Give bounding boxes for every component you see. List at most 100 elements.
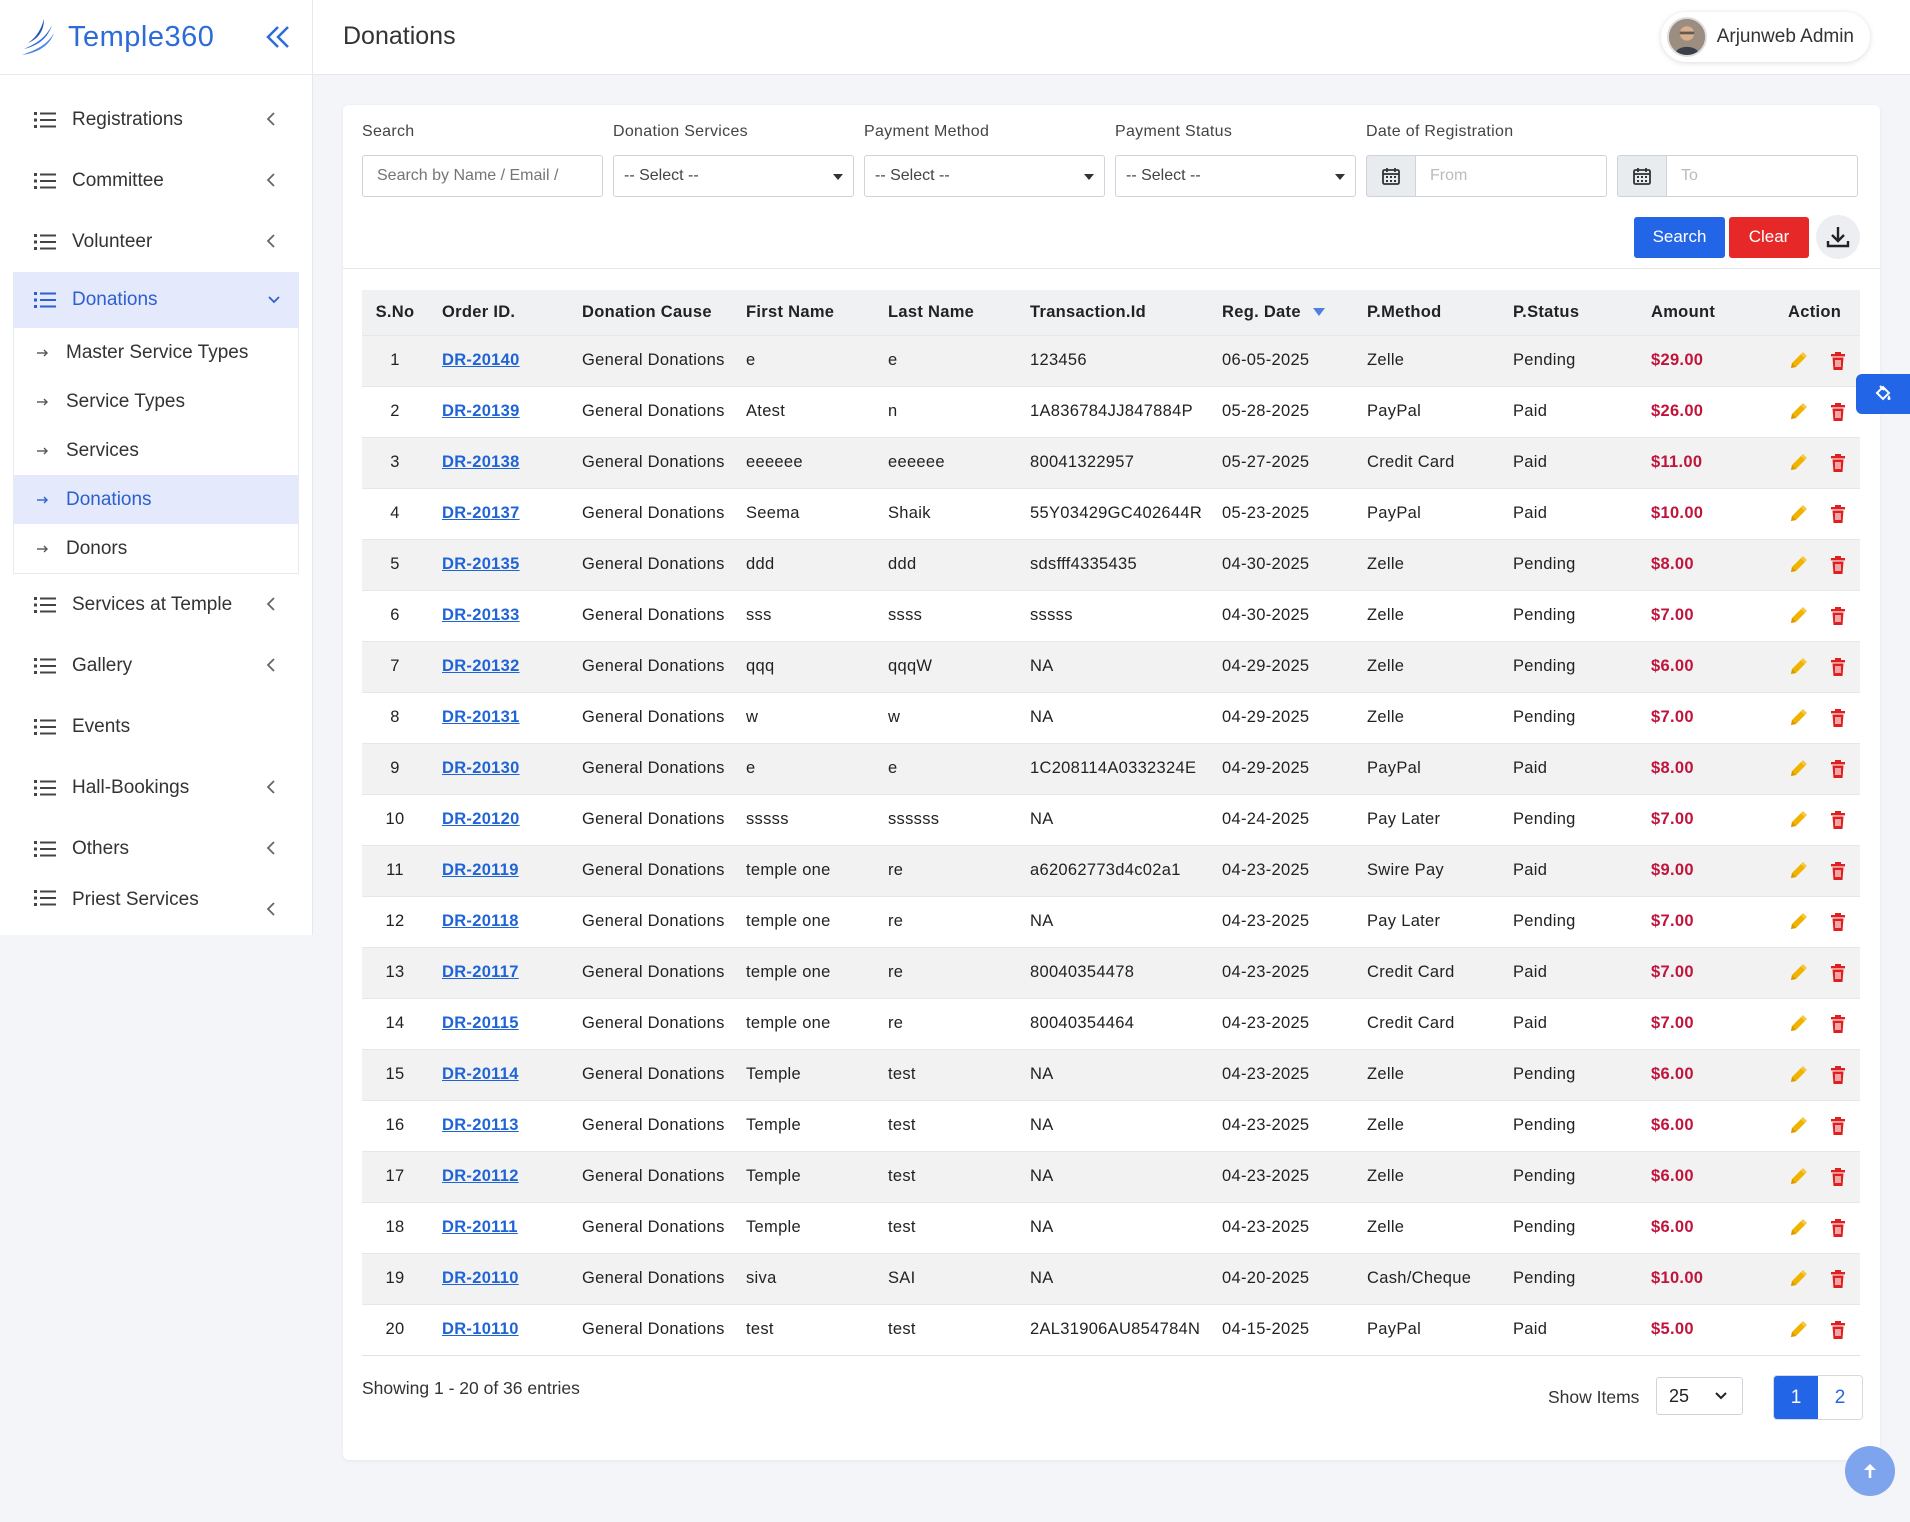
order-id-link[interactable]: DR-20139 [442,402,520,420]
delete-trash-icon[interactable] [1828,402,1848,422]
edit-pencil-icon[interactable] [1788,402,1808,422]
edit-pencil-icon[interactable] [1788,1014,1808,1034]
sidebar-item-donations[interactable]: Donations [13,272,299,328]
order-id-link[interactable]: DR-10110 [442,1320,519,1338]
delete-trash-icon[interactable] [1828,759,1848,779]
order-id-link[interactable]: DR-20110 [442,1269,519,1287]
delete-trash-icon[interactable] [1828,1167,1848,1187]
sidebar-item-gallery[interactable]: Gallery [0,635,312,696]
date-to-field[interactable]: To [1617,155,1858,197]
order-id-link[interactable]: DR-20133 [442,606,520,624]
submenu-item-donors[interactable]: Donors [14,524,298,573]
submenu-item-service-types[interactable]: Service Types [14,377,298,426]
edit-pencil-icon[interactable] [1788,708,1808,728]
edit-pencil-icon[interactable] [1788,912,1808,932]
delete-trash-icon[interactable] [1828,708,1848,728]
edit-pencil-icon[interactable] [1788,1218,1808,1238]
edit-pencil-icon[interactable] [1788,861,1808,881]
sidebar-item-hall-bookings[interactable]: Hall-Bookings [0,757,312,818]
edit-pencil-icon[interactable] [1788,351,1808,371]
delete-trash-icon[interactable] [1828,861,1848,881]
delete-trash-icon[interactable] [1828,453,1848,473]
edit-pencil-icon[interactable] [1788,555,1808,575]
scroll-to-top-button[interactable] [1845,1446,1895,1496]
edit-pencil-icon[interactable] [1788,1116,1808,1136]
order-id-link[interactable]: DR-20115 [442,1014,519,1032]
order-id-link[interactable]: DR-20132 [442,657,520,675]
edit-pencil-icon[interactable] [1788,759,1808,779]
search-button[interactable]: Search [1634,216,1725,258]
delete-trash-icon[interactable] [1828,1065,1848,1085]
sidebar-item-others[interactable]: Others [0,818,312,879]
column-header-reg-date[interactable]: Reg. Date [1222,290,1367,335]
user-menu[interactable]: Arjunweb Admin [1660,12,1870,62]
delete-trash-icon[interactable] [1828,555,1848,575]
date-to-input[interactable]: To [1666,155,1858,197]
edit-pencil-icon[interactable] [1788,453,1808,473]
order-id-link[interactable]: DR-20135 [442,555,520,573]
order-id-link[interactable]: DR-20113 [442,1116,519,1134]
sidebar-item-services-at-temple[interactable]: Services at Temple [0,574,312,635]
submenu-item-services[interactable]: Services [14,426,298,475]
delete-trash-icon[interactable] [1828,1014,1848,1034]
delete-trash-icon[interactable] [1828,1269,1848,1289]
order-id-link[interactable]: DR-20140 [442,351,520,369]
order-id-link[interactable]: DR-20117 [442,963,519,981]
page-button-1[interactable]: 1 [1774,1376,1818,1419]
delete-trash-icon[interactable] [1828,351,1848,371]
date-from-input[interactable]: From [1415,155,1607,197]
edit-pencil-icon[interactable] [1788,606,1808,626]
delete-trash-icon[interactable] [1828,1116,1848,1136]
date-from-field[interactable]: From [1366,155,1607,197]
order-id-link[interactable]: DR-20120 [442,810,520,828]
page-button-2[interactable]: 2 [1818,1376,1862,1419]
edit-pencil-icon[interactable] [1788,1320,1808,1340]
order-id-link[interactable]: DR-20112 [442,1167,519,1185]
edit-pencil-icon[interactable] [1788,1269,1808,1289]
edit-pencil-icon[interactable] [1788,963,1808,983]
delete-trash-icon[interactable] [1828,657,1848,677]
delete-trash-icon[interactable] [1828,606,1848,626]
page-size-select[interactable]: 25 [1656,1377,1743,1415]
download-button[interactable] [1816,215,1860,259]
cell-cause: General Donations [582,1201,746,1253]
sort-desc-icon[interactable] [1312,308,1325,317]
sidebar-item-committee[interactable]: Committee [0,150,312,211]
collapse-sidebar-icon[interactable] [264,22,292,52]
order-id-link[interactable]: DR-20119 [442,861,519,879]
payment-method-select[interactable]: -- Select -- [864,155,1105,197]
order-id-link[interactable]: DR-20138 [442,453,520,471]
delete-trash-icon[interactable] [1828,963,1848,983]
side-settings-tab[interactable] [1856,374,1910,414]
sidebar-item-volunteer[interactable]: Volunteer [0,211,312,272]
edit-pencil-icon[interactable] [1788,504,1808,524]
cell-text: Zelle [1367,708,1405,726]
sidebar-item-events[interactable]: Events [0,696,312,757]
clear-button[interactable]: Clear [1729,216,1809,258]
submenu-item-master-service-types[interactable]: Master Service Types [14,328,298,377]
order-id-link[interactable]: DR-20131 [442,708,520,726]
edit-pencil-icon[interactable] [1788,657,1808,677]
order-id-link[interactable]: DR-20137 [442,504,520,522]
delete-trash-icon[interactable] [1828,1218,1848,1238]
delete-trash-icon[interactable] [1828,1320,1848,1340]
calendar-icon[interactable] [1617,155,1666,197]
edit-pencil-icon[interactable] [1788,1167,1808,1187]
delete-trash-icon[interactable] [1828,912,1848,932]
order-id-link[interactable]: DR-20118 [442,912,519,930]
sidebar-item-priest-services[interactable]: Priest Services [0,879,312,919]
submenu-item-donations[interactable]: Donations [14,475,298,524]
donation-services-select[interactable]: -- Select -- [613,155,854,197]
edit-pencil-icon[interactable] [1788,1065,1808,1085]
order-id-link[interactable]: DR-20111 [442,1218,518,1236]
delete-trash-icon[interactable] [1828,810,1848,830]
order-id-link[interactable]: DR-20130 [442,759,520,777]
order-id-link[interactable]: DR-20114 [442,1065,519,1083]
donation-services-label: Donation Services [613,123,748,140]
sidebar-item-registrations[interactable]: Registrations [0,89,312,150]
calendar-icon[interactable] [1366,155,1415,197]
edit-pencil-icon[interactable] [1788,810,1808,830]
delete-trash-icon[interactable] [1828,504,1848,524]
search-input[interactable] [362,155,603,197]
payment-status-select[interactable]: -- Select -- [1115,155,1356,197]
